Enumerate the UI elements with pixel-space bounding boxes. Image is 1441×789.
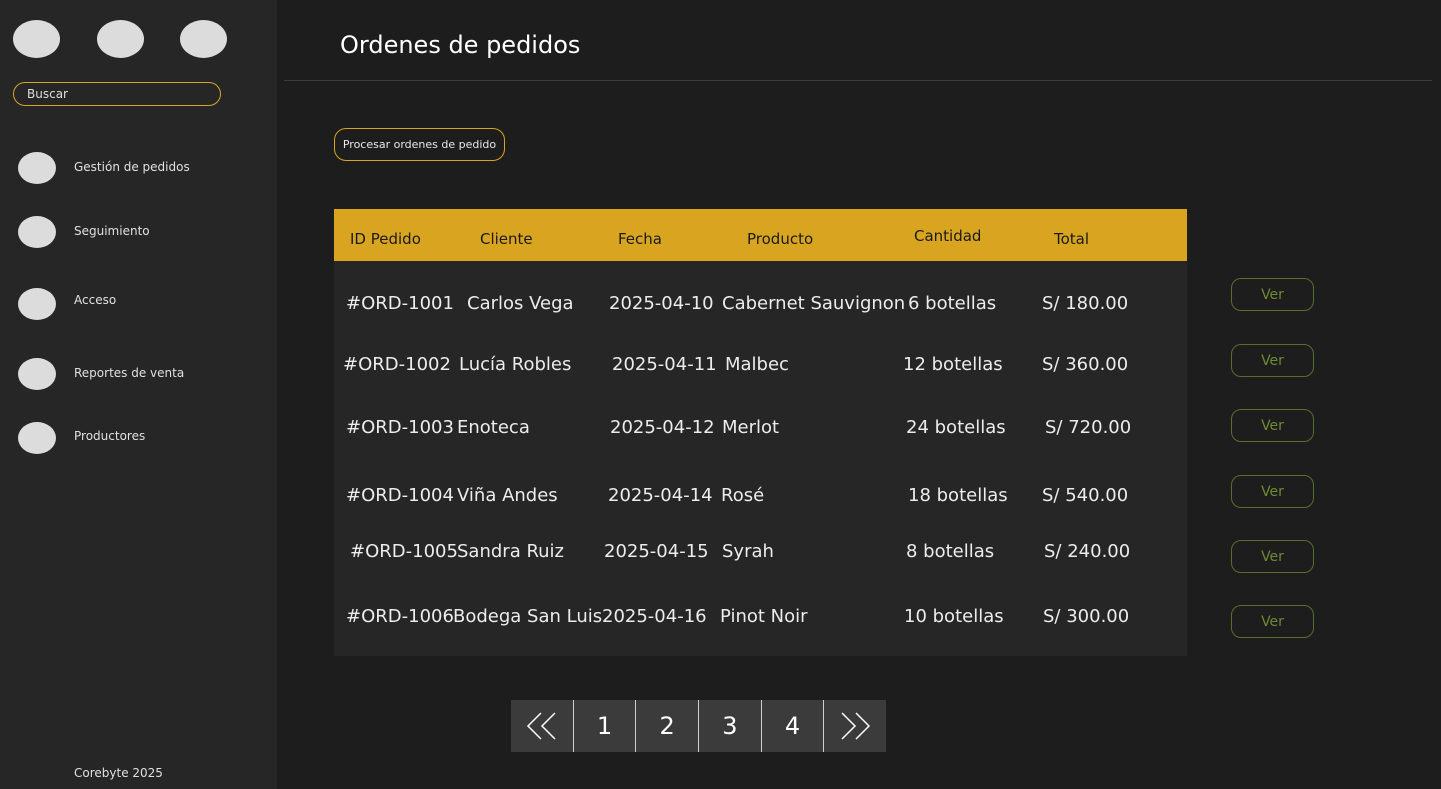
table-row: #ORD-1006 Bodega San Luis 2025-04-16 Pin… — [334, 606, 1187, 646]
cell-cliente: Carlos Vega — [467, 293, 574, 314]
sidebar-item-label: Gestión de pedidos — [74, 160, 190, 174]
table-row: #ORD-1002 Lucía Robles 2025-04-11 Malbec… — [334, 354, 1187, 394]
header-id: ID Pedido — [350, 230, 421, 248]
process-orders-button[interactable]: Procesar ordenes de pedido — [334, 128, 505, 161]
table-row: #ORD-1005 Sandra Ruiz 2025-04-15 Syrah 8… — [334, 541, 1187, 581]
cell-fecha: 2025-04-11 — [612, 354, 717, 375]
view-order-button[interactable]: Ver — [1231, 278, 1314, 311]
cell-id: #ORD-1005 — [350, 541, 458, 562]
sidebar: Gestión de pedidos Seguimiento Acceso Re… — [0, 0, 277, 789]
cell-cantidad: 18 botellas — [908, 485, 1008, 506]
cell-id: #ORD-1002 — [343, 354, 451, 375]
page-button-1[interactable]: 1 — [572, 700, 636, 752]
cell-fecha: 2025-04-15 — [604, 541, 709, 562]
cell-cantidad: 6 botellas — [908, 293, 997, 314]
view-order-button[interactable]: Ver — [1231, 344, 1314, 377]
double-chevron-left-icon — [526, 712, 556, 740]
acceso-icon — [18, 288, 56, 320]
cell-total: S/ 180.00 — [1042, 293, 1129, 314]
table-header: ID Pedido Cliente Fecha Producto Cantida… — [334, 209, 1187, 261]
cell-cliente: Enoteca — [457, 417, 530, 438]
page-title: Ordenes de pedidos — [340, 31, 581, 59]
cell-producto: Malbec — [725, 354, 789, 375]
orders-table: ID Pedido Cliente Fecha Producto Cantida… — [334, 209, 1187, 656]
cell-producto: Cabernet Sauvignon — [722, 293, 906, 314]
header-producto: Producto — [747, 230, 814, 248]
sidebar-item-label: Reportes de venta — [74, 366, 185, 380]
table-row: #ORD-1003 Enoteca 2025-04-12 Merlot 24 b… — [334, 417, 1187, 457]
last-page-button[interactable] — [823, 700, 886, 752]
cell-cantidad: 24 botellas — [906, 417, 1006, 438]
view-order-button[interactable]: Ver — [1231, 409, 1314, 442]
sidebar-item-label: Acceso — [74, 293, 117, 307]
sidebar-item-label: Seguimiento — [74, 224, 150, 238]
cell-cliente: Bodega San Luis — [453, 606, 603, 627]
cell-total: S/ 360.00 — [1042, 354, 1129, 375]
cell-cantidad: 12 botellas — [903, 354, 1003, 375]
cell-id: #ORD-1003 — [346, 417, 454, 438]
view-order-button[interactable]: Ver — [1231, 540, 1314, 573]
first-page-button[interactable] — [511, 700, 573, 752]
cell-id: #ORD-1001 — [346, 293, 454, 314]
footer-copyright: Corebyte 2025 — [74, 766, 163, 780]
cell-total: S/ 720.00 — [1045, 417, 1132, 438]
cell-cantidad: 10 botellas — [904, 606, 1004, 627]
cell-producto: Merlot — [722, 417, 780, 438]
cell-fecha: 2025-04-16 — [602, 606, 707, 627]
cell-producto: Pinot Noir — [720, 606, 808, 627]
header-fecha: Fecha — [618, 230, 662, 248]
search-input[interactable] — [13, 82, 221, 106]
cell-id: #ORD-1004 — [346, 485, 454, 506]
profile-circle-1[interactable] — [13, 20, 60, 58]
sidebar-item-label: Productores — [74, 429, 146, 443]
cell-fecha: 2025-04-14 — [608, 485, 713, 506]
page-button-4[interactable]: 4 — [760, 700, 824, 752]
sidebar-item-reportes-venta[interactable]: Reportes de venta — [18, 358, 258, 390]
view-order-button[interactable]: Ver — [1231, 605, 1314, 638]
reportes-venta-icon — [18, 358, 56, 390]
table-row: #ORD-1004 Viña Andes 2025-04-14 Rosé 18 … — [334, 485, 1187, 525]
cell-cantidad: 8 botellas — [906, 541, 995, 562]
title-divider — [284, 80, 1432, 81]
cell-total: S/ 300.00 — [1043, 606, 1130, 627]
double-chevron-right-icon — [841, 712, 871, 740]
header-cliente: Cliente — [480, 230, 533, 248]
cell-fecha: 2025-04-12 — [610, 417, 715, 438]
header-cantidad: Cantidad — [914, 227, 982, 245]
page-button-2[interactable]: 2 — [635, 700, 698, 752]
sidebar-item-seguimiento[interactable]: Seguimiento — [18, 216, 258, 248]
seguimiento-icon — [18, 216, 56, 248]
cell-total: S/ 540.00 — [1042, 485, 1129, 506]
sidebar-item-productores[interactable]: Productores — [18, 422, 258, 454]
view-order-button[interactable]: Ver — [1231, 475, 1314, 508]
cell-cliente: Viña Andes — [457, 485, 558, 506]
productores-icon — [18, 422, 56, 454]
header-total: Total — [1054, 230, 1090, 248]
page-button-3[interactable]: 3 — [698, 700, 761, 752]
gestion-pedidos-icon — [18, 152, 56, 184]
profile-circle-3[interactable] — [180, 20, 227, 58]
cell-cliente: Lucía Robles — [459, 354, 572, 375]
cell-id: #ORD-1006 — [346, 606, 454, 627]
pagination: 1 2 3 4 — [511, 700, 886, 752]
table-row: #ORD-1001 Carlos Vega 2025-04-10 Caberne… — [334, 293, 1187, 333]
cell-producto: Syrah — [722, 541, 774, 562]
cell-cliente: Sandra Ruiz — [457, 541, 564, 562]
sidebar-item-acceso[interactable]: Acceso — [18, 288, 258, 320]
cell-producto: Rosé — [721, 485, 765, 506]
cell-total: S/ 240.00 — [1044, 541, 1131, 562]
sidebar-item-gestion-pedidos[interactable]: Gestión de pedidos — [18, 152, 258, 184]
cell-fecha: 2025-04-10 — [609, 293, 714, 314]
profile-circle-2[interactable] — [97, 20, 144, 58]
